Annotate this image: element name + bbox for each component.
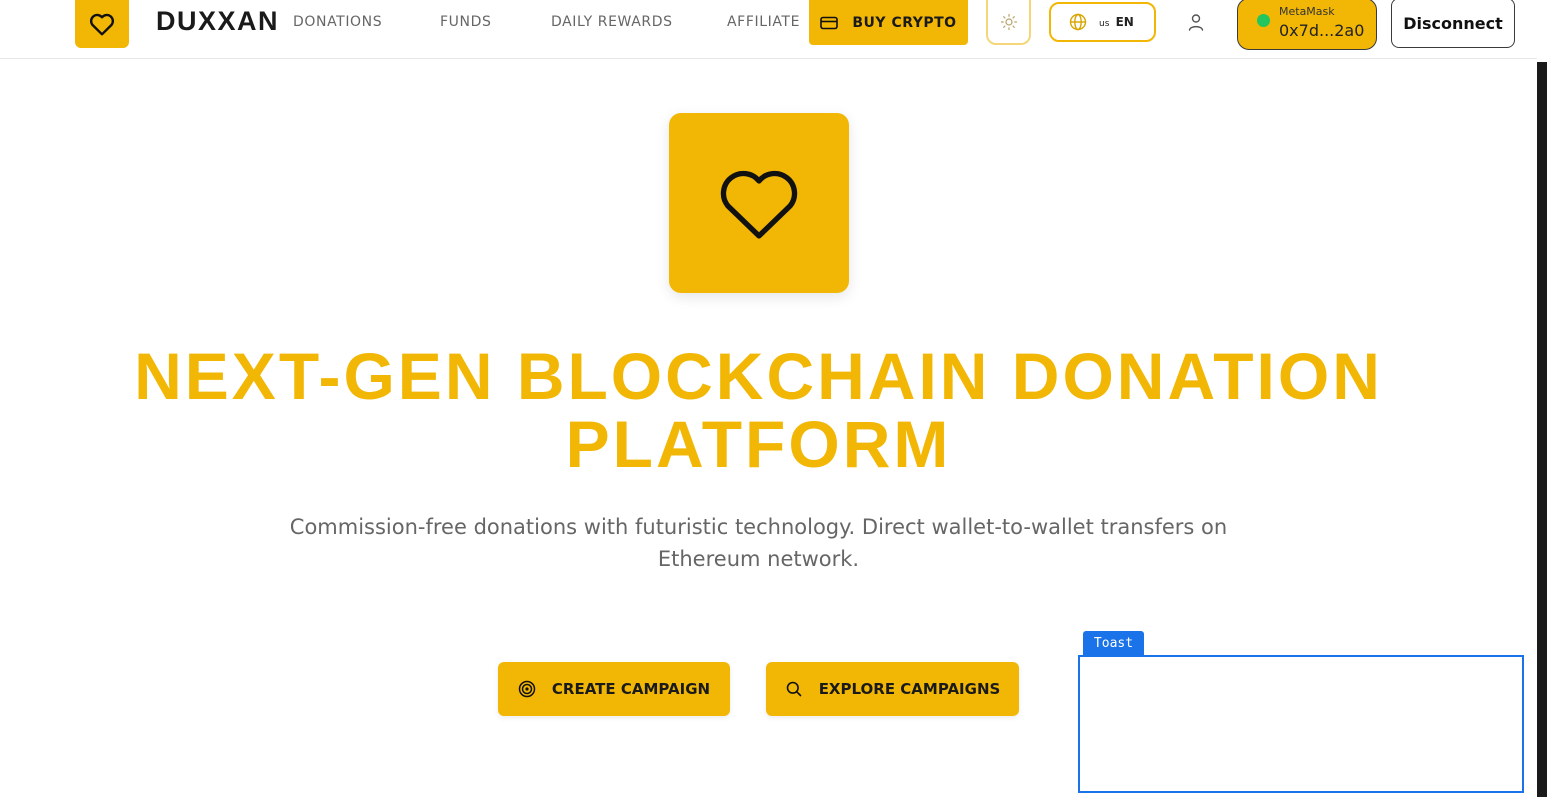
top-navbar: DUXXAN DONATIONS FUNDS DAILY REWARDS AFF… [0, 0, 1537, 59]
toast-label: Toast [1083, 631, 1144, 655]
credit-card-icon [820, 16, 839, 29]
hero-title-line1: NEXT-GEN BLOCKCHAIN DONATION [134, 339, 1383, 413]
logo[interactable] [75, 0, 129, 48]
create-campaign-button[interactable]: CREATE CAMPAIGN [498, 662, 730, 716]
nav-donations[interactable]: DONATIONS [293, 14, 382, 30]
target-icon [518, 680, 536, 698]
toast-container [1078, 655, 1524, 793]
explore-campaigns-label: EXPLORE CAMPAIGNS [818, 680, 1001, 698]
connected-status-dot [1257, 14, 1270, 27]
heart-icon [720, 170, 798, 239]
window-edge-top [1537, 0, 1547, 62]
sun-icon [1000, 13, 1017, 30]
nav-funds[interactable]: FUNDS [440, 14, 491, 30]
wallet-button[interactable]: MetaMask 0x7d...2a0 [1237, 0, 1377, 50]
create-campaign-label: CREATE CAMPAIGN [551, 680, 711, 698]
disconnect-button[interactable]: Disconnect [1391, 0, 1515, 48]
globe-icon [1069, 13, 1087, 31]
theme-toggle-button[interactable] [986, 0, 1031, 45]
language-selector[interactable]: us EN [1049, 2, 1156, 42]
search-icon [786, 681, 801, 697]
hero-title-line2: PLATFORM [565, 407, 952, 481]
buy-crypto-button[interactable]: BUY CRYPTO [809, 0, 968, 45]
wallet-address: 0x7d...2a0 [1279, 21, 1365, 40]
hero-logo [669, 113, 849, 293]
user-icon[interactable] [1186, 12, 1206, 32]
nav-affiliate[interactable]: AFFILIATE [727, 14, 800, 30]
hero-title: NEXT-GEN BLOCKCHAIN DONATION PLATFORM [0, 342, 1517, 478]
heart-icon [89, 13, 115, 36]
buy-crypto-label: BUY CRYPTO [852, 14, 957, 31]
language-country: us [1099, 19, 1110, 29]
window-edge [1537, 0, 1547, 797]
wallet-provider: MetaMask [1279, 5, 1335, 18]
nav-daily-rewards[interactable]: DAILY REWARDS [551, 14, 673, 30]
language-code: EN [1115, 15, 1134, 29]
brand-name[interactable]: DUXXAN [156, 6, 279, 37]
hero-subtitle-line1: Commission-free donations with futuristi… [289, 515, 1228, 539]
hero-subtitle-line2: Ethereum network. [657, 547, 860, 571]
explore-campaigns-button[interactable]: EXPLORE CAMPAIGNS [766, 662, 1019, 716]
hero-subtitle: Commission-free donations with futuristi… [0, 511, 1517, 575]
